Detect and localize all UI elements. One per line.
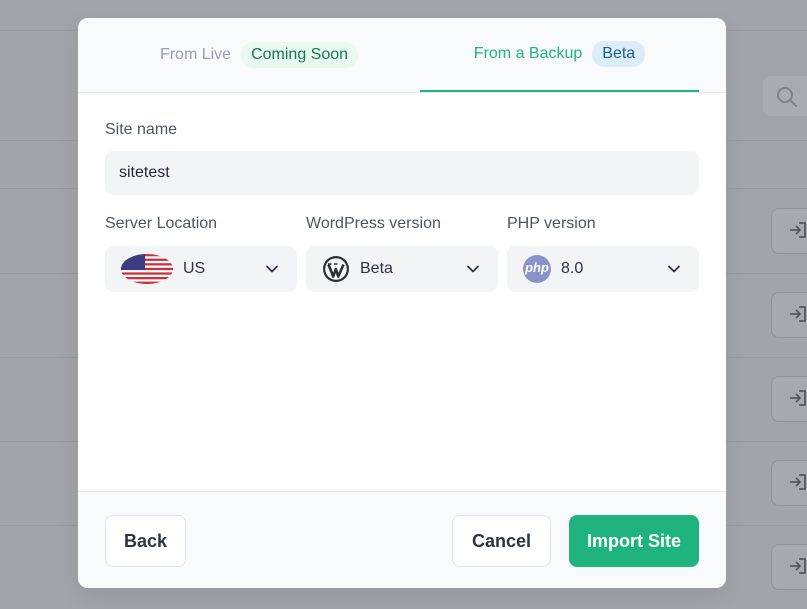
- source-tabs: From Live Coming Soon From a Backup Beta: [78, 18, 726, 93]
- site-name-input[interactable]: [105, 151, 699, 195]
- modal-body: Site name Server Location WordPress vers…: [78, 93, 726, 491]
- php-version-select[interactable]: php 8.0: [507, 246, 699, 292]
- background-action-button: [771, 544, 807, 590]
- coming-soon-badge: Coming Soon: [241, 42, 359, 68]
- php-version-value: 8.0: [561, 260, 584, 277]
- tab-from-live-label: From Live: [159, 46, 232, 63]
- php-icon: php: [523, 255, 551, 283]
- background-search-box: [763, 76, 807, 116]
- php-version-label: PHP version: [507, 215, 596, 232]
- sign-in-icon: [790, 474, 806, 490]
- import-site-button[interactable]: Import Site: [569, 515, 699, 567]
- background-action-button: [771, 376, 807, 422]
- background-action-button: [771, 292, 807, 338]
- back-button[interactable]: Back: [105, 515, 186, 567]
- search-icon: [777, 87, 797, 107]
- modal-footer: Back Cancel Import Site: [78, 491, 726, 588]
- server-location-value: US: [183, 260, 206, 277]
- site-name-label: Site name: [105, 121, 178, 138]
- chevron-down-icon: [467, 265, 479, 273]
- sign-in-icon: [790, 558, 806, 574]
- chevron-down-icon: [266, 265, 278, 273]
- cancel-button[interactable]: Cancel: [452, 515, 551, 567]
- background-action-button: [771, 460, 807, 506]
- sign-in-icon: [790, 222, 806, 238]
- wordpress-version-value: Beta: [360, 260, 393, 277]
- beta-badge: Beta: [592, 41, 646, 67]
- tab-from-backup[interactable]: From a Backup Beta: [420, 18, 699, 92]
- background-action-button: [771, 208, 807, 254]
- wordpress-version-select[interactable]: Beta: [306, 246, 498, 292]
- import-site-modal: From Live Coming Soon From a Backup Beta…: [78, 18, 726, 588]
- php-icon-text: php: [525, 260, 549, 275]
- server-location-label: Server Location: [105, 215, 218, 232]
- sign-in-icon: [790, 390, 806, 406]
- us-flag-icon: [121, 254, 173, 284]
- tab-from-backup-label: From a Backup: [473, 45, 583, 62]
- tab-from-live[interactable]: From Live Coming Soon: [98, 18, 420, 92]
- wordpress-version-label: WordPress version: [306, 215, 441, 232]
- chevron-down-icon: [668, 265, 680, 273]
- server-location-select[interactable]: US: [105, 246, 297, 292]
- wordpress-icon: [323, 256, 349, 282]
- sign-in-icon: [790, 306, 806, 322]
